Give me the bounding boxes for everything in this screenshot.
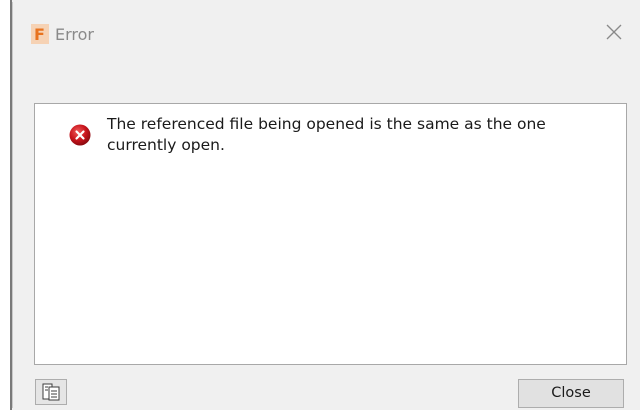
error-icon [69, 124, 91, 146]
app-logo-icon: F [31, 24, 49, 44]
message-panel: The referenced file being opened is the … [34, 103, 627, 365]
title-bar: F Error [13, 2, 638, 64]
dialog-title: Error [55, 25, 94, 44]
background-edge [0, 0, 12, 410]
error-message: The referenced file being opened is the … [107, 115, 546, 154]
close-window-icon[interactable] [604, 22, 624, 42]
details-icon [42, 383, 60, 401]
error-dialog: F Error The referenced file being opened… [12, 2, 638, 408]
details-button[interactable] [35, 379, 67, 405]
close-button[interactable]: Close [518, 379, 624, 408]
app-logo-letter: F [34, 25, 45, 44]
